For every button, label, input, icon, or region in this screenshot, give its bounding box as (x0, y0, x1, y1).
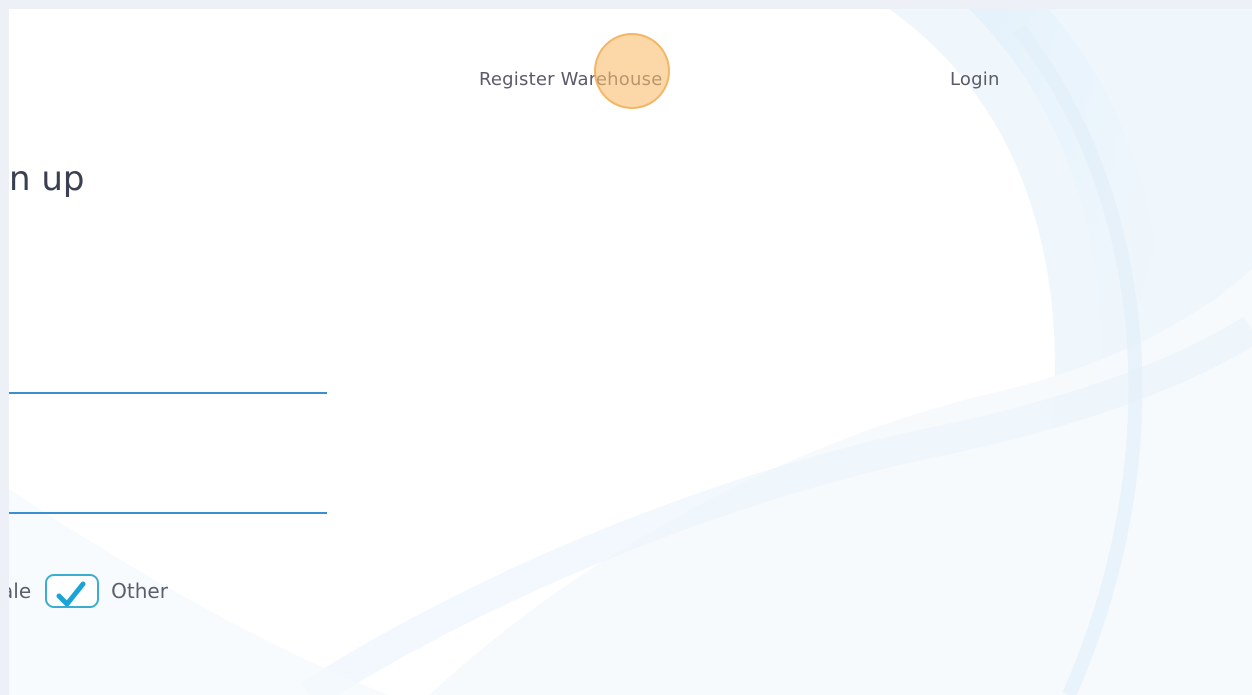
other-option-label: Other (111, 579, 168, 603)
screen-frame: Register Warehouse Login n up ale Other (0, 0, 1252, 695)
click-indicator (594, 33, 670, 109)
gender-option-partial-label: ale (9, 579, 32, 603)
other-checkbox[interactable] (45, 574, 100, 608)
page-viewport: Register Warehouse Login n up ale Other (9, 9, 1252, 695)
check-icon (56, 581, 86, 607)
form-field-1-underline (9, 352, 327, 394)
nav-login-link[interactable]: Login (950, 69, 1000, 90)
page-title: n up (9, 159, 85, 199)
gender-options: ale Other (9, 571, 168, 611)
form-field-2-underline (9, 472, 327, 514)
form-field-2-input[interactable] (9, 432, 331, 474)
form-field-1-input[interactable] (9, 312, 331, 354)
